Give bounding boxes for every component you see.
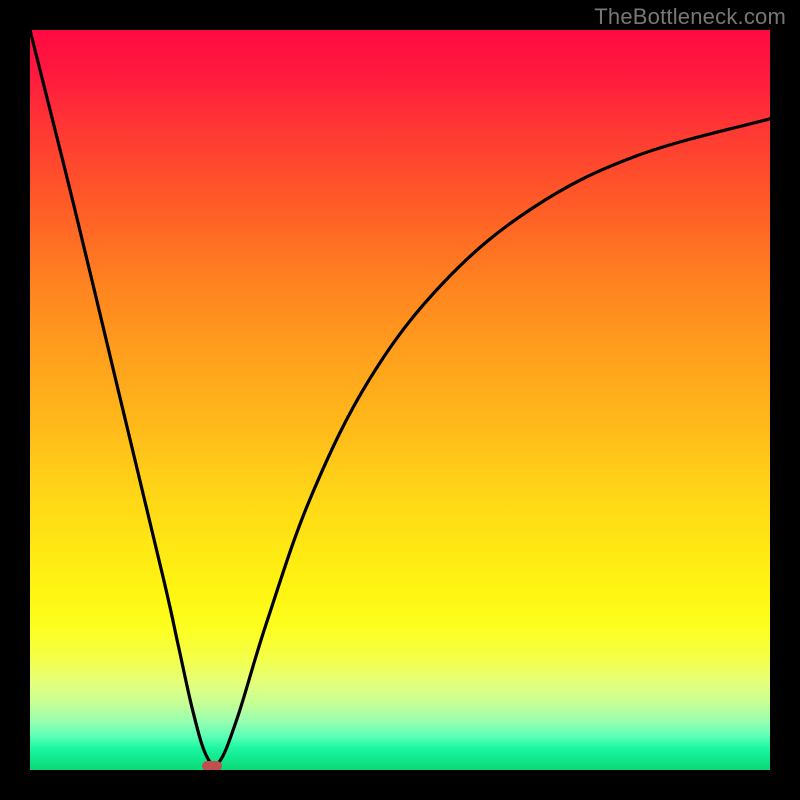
bottleneck-curve <box>30 30 770 770</box>
watermark-text: TheBottleneck.com <box>594 4 786 30</box>
plot-area <box>30 30 770 770</box>
chart-frame: TheBottleneck.com <box>0 0 800 800</box>
optimal-point-marker <box>202 761 222 770</box>
